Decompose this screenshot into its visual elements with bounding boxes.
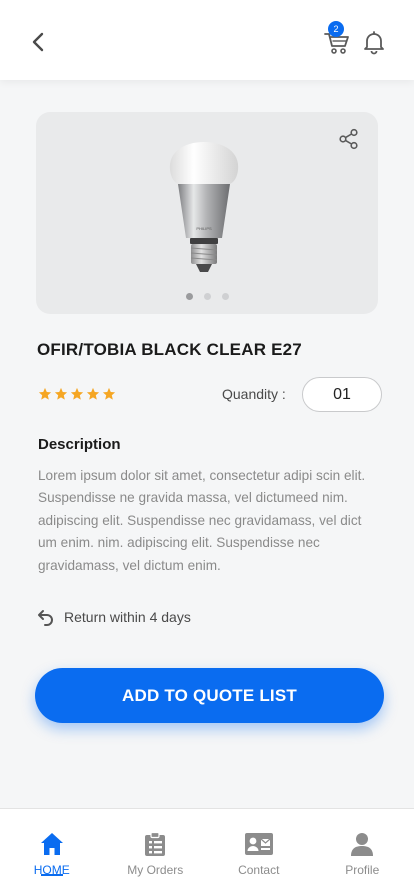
orders-clipboard-icon [145,831,166,856]
description-heading: Description [38,436,121,453]
nav-label: My Orders [127,863,184,877]
return-arrow-icon [38,610,53,626]
carousel-indicator [36,293,378,300]
top-app-bar: 2 [0,0,414,80]
notifications-button[interactable] [360,28,388,56]
description-text: Lorem ipsum dolor sit amet, consectetur … [38,468,366,573]
light-bulb-product-image: PHILIPS [169,142,239,272]
product-image-carousel[interactable]: PHILIPS [36,112,378,314]
product-title: OFIR/TOBIA BLACK CLEAR E27 [37,340,302,359]
back-button[interactable] [24,28,52,56]
share-icon [339,128,358,150]
bell-icon [364,31,384,55]
return-policy: Return within 4 days [37,608,191,626]
nav-item-profile[interactable]: Profile [311,809,414,896]
add-to-quote-list-button[interactable]: ADD TO QUOTE LIST [35,668,384,723]
nav-item-contact[interactable]: Contact [207,809,311,896]
nav-label: Profile [345,863,380,877]
star-icon [54,387,68,400]
carousel-dot[interactable] [185,293,193,300]
profile-icon [351,833,374,856]
return-policy-text: Return within 4 days [64,609,191,625]
carousel-dot[interactable] [221,293,229,300]
cart-button[interactable]: 2 [322,21,352,56]
star-icon [102,387,116,400]
nav-label: Contact [238,863,280,877]
home-icon [40,833,63,855]
active-tab-indicator [40,874,63,876]
product-brand-text: PHILIPS [196,226,212,231]
carousel-dot[interactable] [203,293,211,300]
share-button[interactable] [338,128,360,150]
star-icon [38,387,52,400]
chevron-left-icon [32,32,44,52]
cart-count-badge: 2 [328,21,344,37]
bottom-navigation: HOME My Orders Contact Profile [0,808,414,896]
nav-item-my-orders[interactable]: My Orders [104,809,208,896]
star-icon [86,387,100,400]
quantity-label: Quandity : [222,386,286,402]
star-rating [38,387,116,401]
quantity-input[interactable] [302,377,382,412]
star-icon [70,387,84,400]
contact-card-icon [244,833,273,855]
nav-item-home[interactable]: HOME [0,809,104,896]
